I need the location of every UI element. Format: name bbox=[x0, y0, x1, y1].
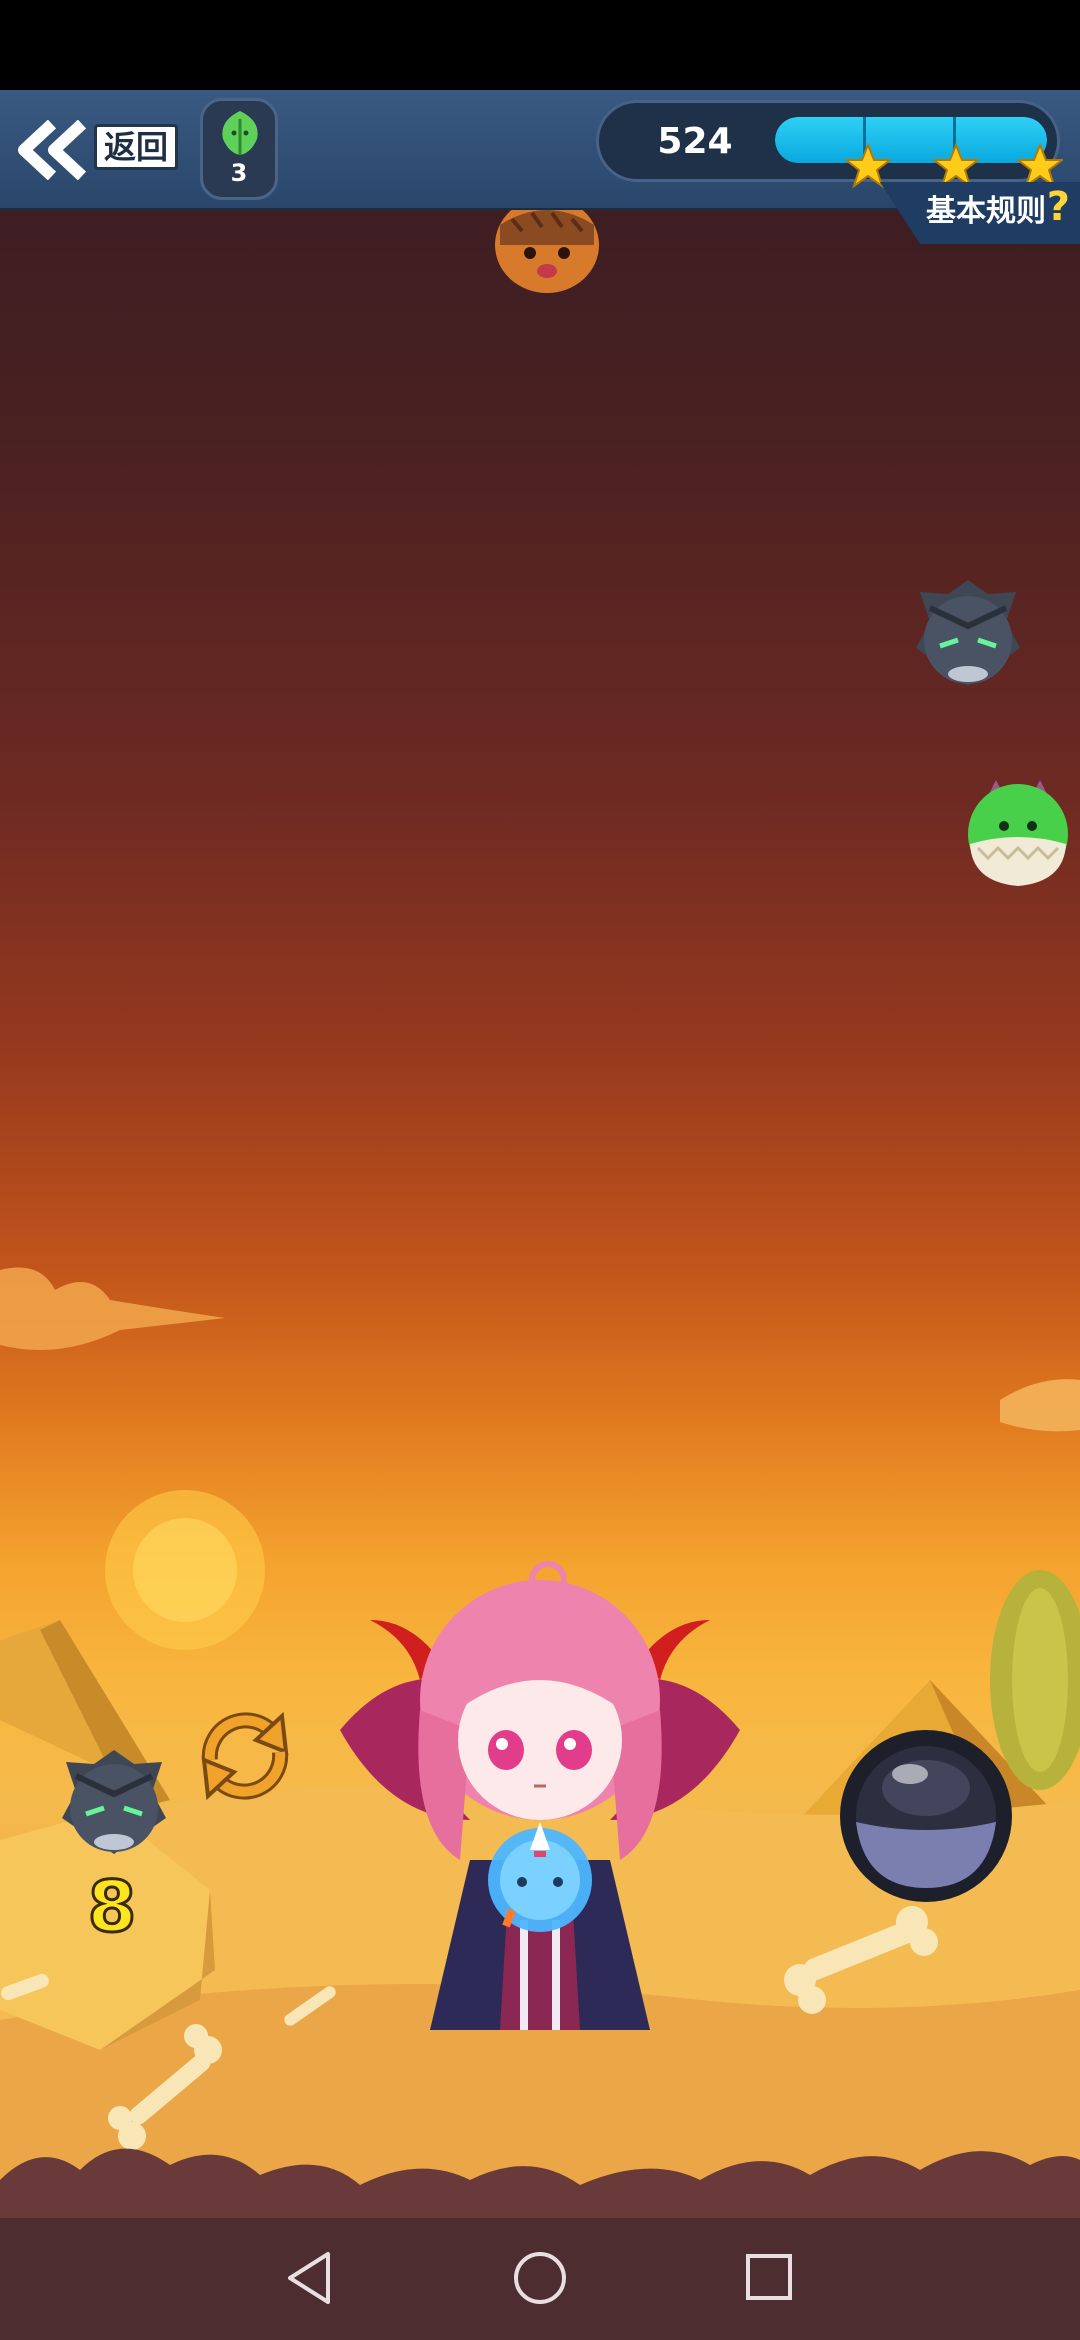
monster-bubble-green bbox=[968, 780, 1068, 886]
circle-home-icon[interactable] bbox=[512, 2250, 568, 2306]
rules-button[interactable]: 基本规则 ? bbox=[880, 182, 1080, 244]
triangle-back-icon[interactable] bbox=[284, 2250, 334, 2306]
question-mark-icon: ? bbox=[1046, 184, 1070, 230]
score-value: 524 bbox=[657, 121, 733, 162]
status-bar bbox=[0, 0, 1080, 90]
player-character bbox=[340, 1561, 740, 2030]
system-nav-bar bbox=[0, 2218, 1080, 2340]
bomb-ball-button[interactable] bbox=[838, 1728, 1014, 1904]
score-progress-bar bbox=[775, 117, 1047, 163]
next-bubble[interactable] bbox=[56, 1748, 172, 1858]
square-recents-icon[interactable] bbox=[744, 2252, 794, 2302]
back-button[interactable]: 返回 bbox=[12, 106, 178, 190]
rules-label: 基本规则 bbox=[926, 194, 1046, 229]
remaining-bubbles-count: 8 bbox=[86, 1865, 138, 1950]
double-chevron-left-icon bbox=[18, 120, 87, 180]
score-progress-fill bbox=[775, 117, 1047, 163]
item-count: 3 bbox=[230, 159, 248, 187]
monster-bubble-dark bbox=[916, 580, 1020, 686]
green-leaf-icon bbox=[222, 111, 258, 155]
game-screen[interactable]: 8 返回 3 524 基本规则 ? bbox=[0, 0, 1080, 2340]
back-label: 返回 bbox=[94, 124, 178, 170]
swap-button[interactable] bbox=[190, 1700, 300, 1812]
score-panel: 524 bbox=[596, 100, 1063, 189]
item-slot[interactable]: 3 bbox=[200, 98, 278, 200]
monster-bubble-brown bbox=[495, 205, 599, 293]
